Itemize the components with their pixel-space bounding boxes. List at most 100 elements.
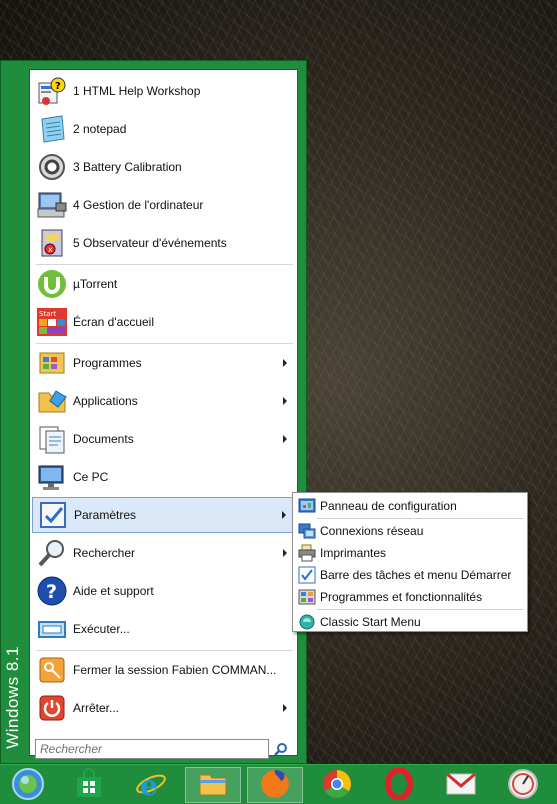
submenu-item-printers[interactable]: Imprimantes [295, 542, 525, 564]
recent-item-notepad[interactable]: 2 notepad [32, 111, 295, 147]
this-pc-icon [35, 460, 69, 494]
programs-features-icon [298, 588, 316, 606]
shutdown-icon [35, 691, 69, 725]
computer-management-icon [35, 188, 69, 222]
search-icon[interactable] [272, 740, 290, 758]
classic-start-menu-icon [298, 613, 316, 631]
menu-item-rechercher[interactable]: Rechercher [32, 535, 295, 571]
brand-strip: Windows 8.1 [1, 61, 29, 763]
submenu-item-taskbar-settings[interactable]: Barre des tâches et menu Démarrer [295, 564, 525, 586]
taskbar-file-explorer[interactable] [185, 767, 241, 803]
svg-text:e: e [140, 769, 158, 800]
menu-item-label: Documents [73, 432, 134, 446]
submenu-arrow-icon [283, 435, 287, 443]
separator [36, 650, 293, 651]
menu-item-documents[interactable]: Documents [32, 421, 295, 457]
recent-item-computer-management[interactable]: 4 Gestion de l'ordinateur [32, 187, 295, 223]
control-panel-icon [298, 497, 316, 515]
submenu-arrow-icon [283, 549, 287, 557]
recent-item-label: 2 notepad [73, 122, 127, 136]
menu-panel: ? 1 HTML Help Workshop 2 notepad 3 Batte… [29, 69, 298, 759]
battery-calibration-icon [35, 150, 69, 184]
search-magnifier-icon [35, 536, 69, 570]
menu-item-parametres[interactable]: Paramètres [32, 497, 295, 533]
recent-item-html-help-workshop[interactable]: ? 1 HTML Help Workshop [32, 73, 295, 109]
network-connections-icon [298, 522, 316, 540]
taskbar-speed-dial[interactable] [495, 767, 551, 803]
separator [317, 518, 523, 519]
menu-item-executer[interactable]: Exécuter... [32, 611, 295, 647]
submenu-item-programs-features[interactable]: Programmes et fonctionnalités [295, 586, 525, 608]
utorrent-icon [35, 267, 69, 301]
menu-item-label: Applications [73, 394, 138, 408]
menu-item-label: Rechercher [73, 546, 136, 560]
submenu-item-network[interactable]: Connexions réseau [295, 520, 525, 542]
separator [36, 264, 293, 265]
svg-text:?: ? [46, 581, 57, 603]
recent-item-label: 5 Observateur d'événements [73, 236, 227, 250]
menu-item-label: Aide et support [73, 584, 154, 598]
search-input[interactable] [35, 739, 269, 759]
start-orb-icon [11, 767, 45, 804]
notepad-icon [35, 112, 69, 146]
help-workshop-icon: ? [35, 74, 69, 108]
svg-text:x: x [48, 245, 53, 254]
separator [36, 343, 293, 344]
submenu-arrow-icon [283, 359, 287, 367]
menu-item-shutdown[interactable]: Arrêter... [32, 690, 295, 726]
file-explorer-icon [197, 768, 229, 803]
submenu-item-label: Programmes et fonctionnalités [320, 590, 483, 604]
applications-icon [35, 384, 69, 418]
taskbar-mail[interactable] [433, 767, 489, 803]
logoff-icon [35, 653, 69, 687]
settings-icon [36, 498, 70, 532]
taskbar-opera[interactable] [371, 766, 427, 803]
menu-item-label: Programmes [73, 356, 142, 370]
submenu-item-control-panel[interactable]: Panneau de configuration [295, 495, 525, 517]
recent-item-label: 4 Gestion de l'ordinateur [73, 198, 204, 212]
taskbar-chrome[interactable] [309, 767, 365, 803]
start-menu: Windows 8.1 ? 1 HTML Help Workshop 2 not… [0, 60, 307, 764]
menu-item-aide-et-support[interactable]: ? Aide et support [32, 573, 295, 609]
windows-store-icon [73, 767, 105, 803]
separator [317, 609, 523, 610]
taskbar-firefox[interactable] [247, 767, 303, 803]
submenu-item-label: Barre des tâches et menu Démarrer [320, 568, 512, 582]
recent-item-event-viewer[interactable]: x 5 Observateur d'événements [32, 225, 295, 261]
menu-item-applications[interactable]: Applications [32, 383, 295, 419]
firefox-icon [259, 768, 291, 803]
start-badge-text: Start [39, 310, 56, 318]
submenu-item-label: Panneau de configuration [320, 499, 457, 513]
submenu-arrow-icon [282, 511, 286, 519]
chrome-icon [321, 768, 353, 803]
submenu-item-label: Classic Start Menu [320, 615, 421, 629]
run-icon [35, 612, 69, 646]
menu-item-label: Arrêter... [73, 701, 120, 715]
pinned-item-start-screen[interactable]: Start Écran d'accueil [32, 304, 295, 340]
recent-item-battery-calibration[interactable]: 3 Battery Calibration [32, 149, 295, 185]
taskbar-start-button[interactable] [0, 767, 56, 803]
pinned-item-utorrent[interactable]: µTorrent [32, 266, 295, 302]
menu-item-label: Fermer la session Fabien COMMAN... [73, 663, 277, 677]
menu-item-ce-pc[interactable]: Ce PC [32, 459, 295, 495]
recent-item-label: 1 HTML Help Workshop [73, 84, 201, 98]
menu-item-label: Ce PC [73, 470, 109, 484]
pinned-item-label: µTorrent [73, 277, 118, 291]
opera-icon [383, 766, 415, 803]
documents-icon [35, 422, 69, 456]
submenu-item-label: Imprimantes [320, 546, 387, 560]
submenu-item-label: Connexions réseau [320, 524, 424, 538]
taskbar-internet-explorer[interactable]: e [123, 767, 179, 803]
taskbar-store[interactable] [61, 767, 117, 803]
speedometer-icon [507, 768, 539, 803]
menu-item-log-off[interactable]: Fermer la session Fabien COMMAN... [32, 652, 295, 688]
svg-text:?: ? [55, 81, 61, 92]
internet-explorer-icon: e [135, 768, 167, 803]
event-viewer-icon: x [35, 226, 69, 260]
submenu-item-classic-start-menu[interactable]: Classic Start Menu [295, 611, 525, 633]
programs-icon [35, 346, 69, 380]
recent-item-label: 3 Battery Calibration [73, 160, 182, 174]
taskbar: e [0, 764, 557, 804]
menu-item-programmes[interactable]: Programmes [32, 345, 295, 381]
submenu-arrow-icon [283, 397, 287, 405]
